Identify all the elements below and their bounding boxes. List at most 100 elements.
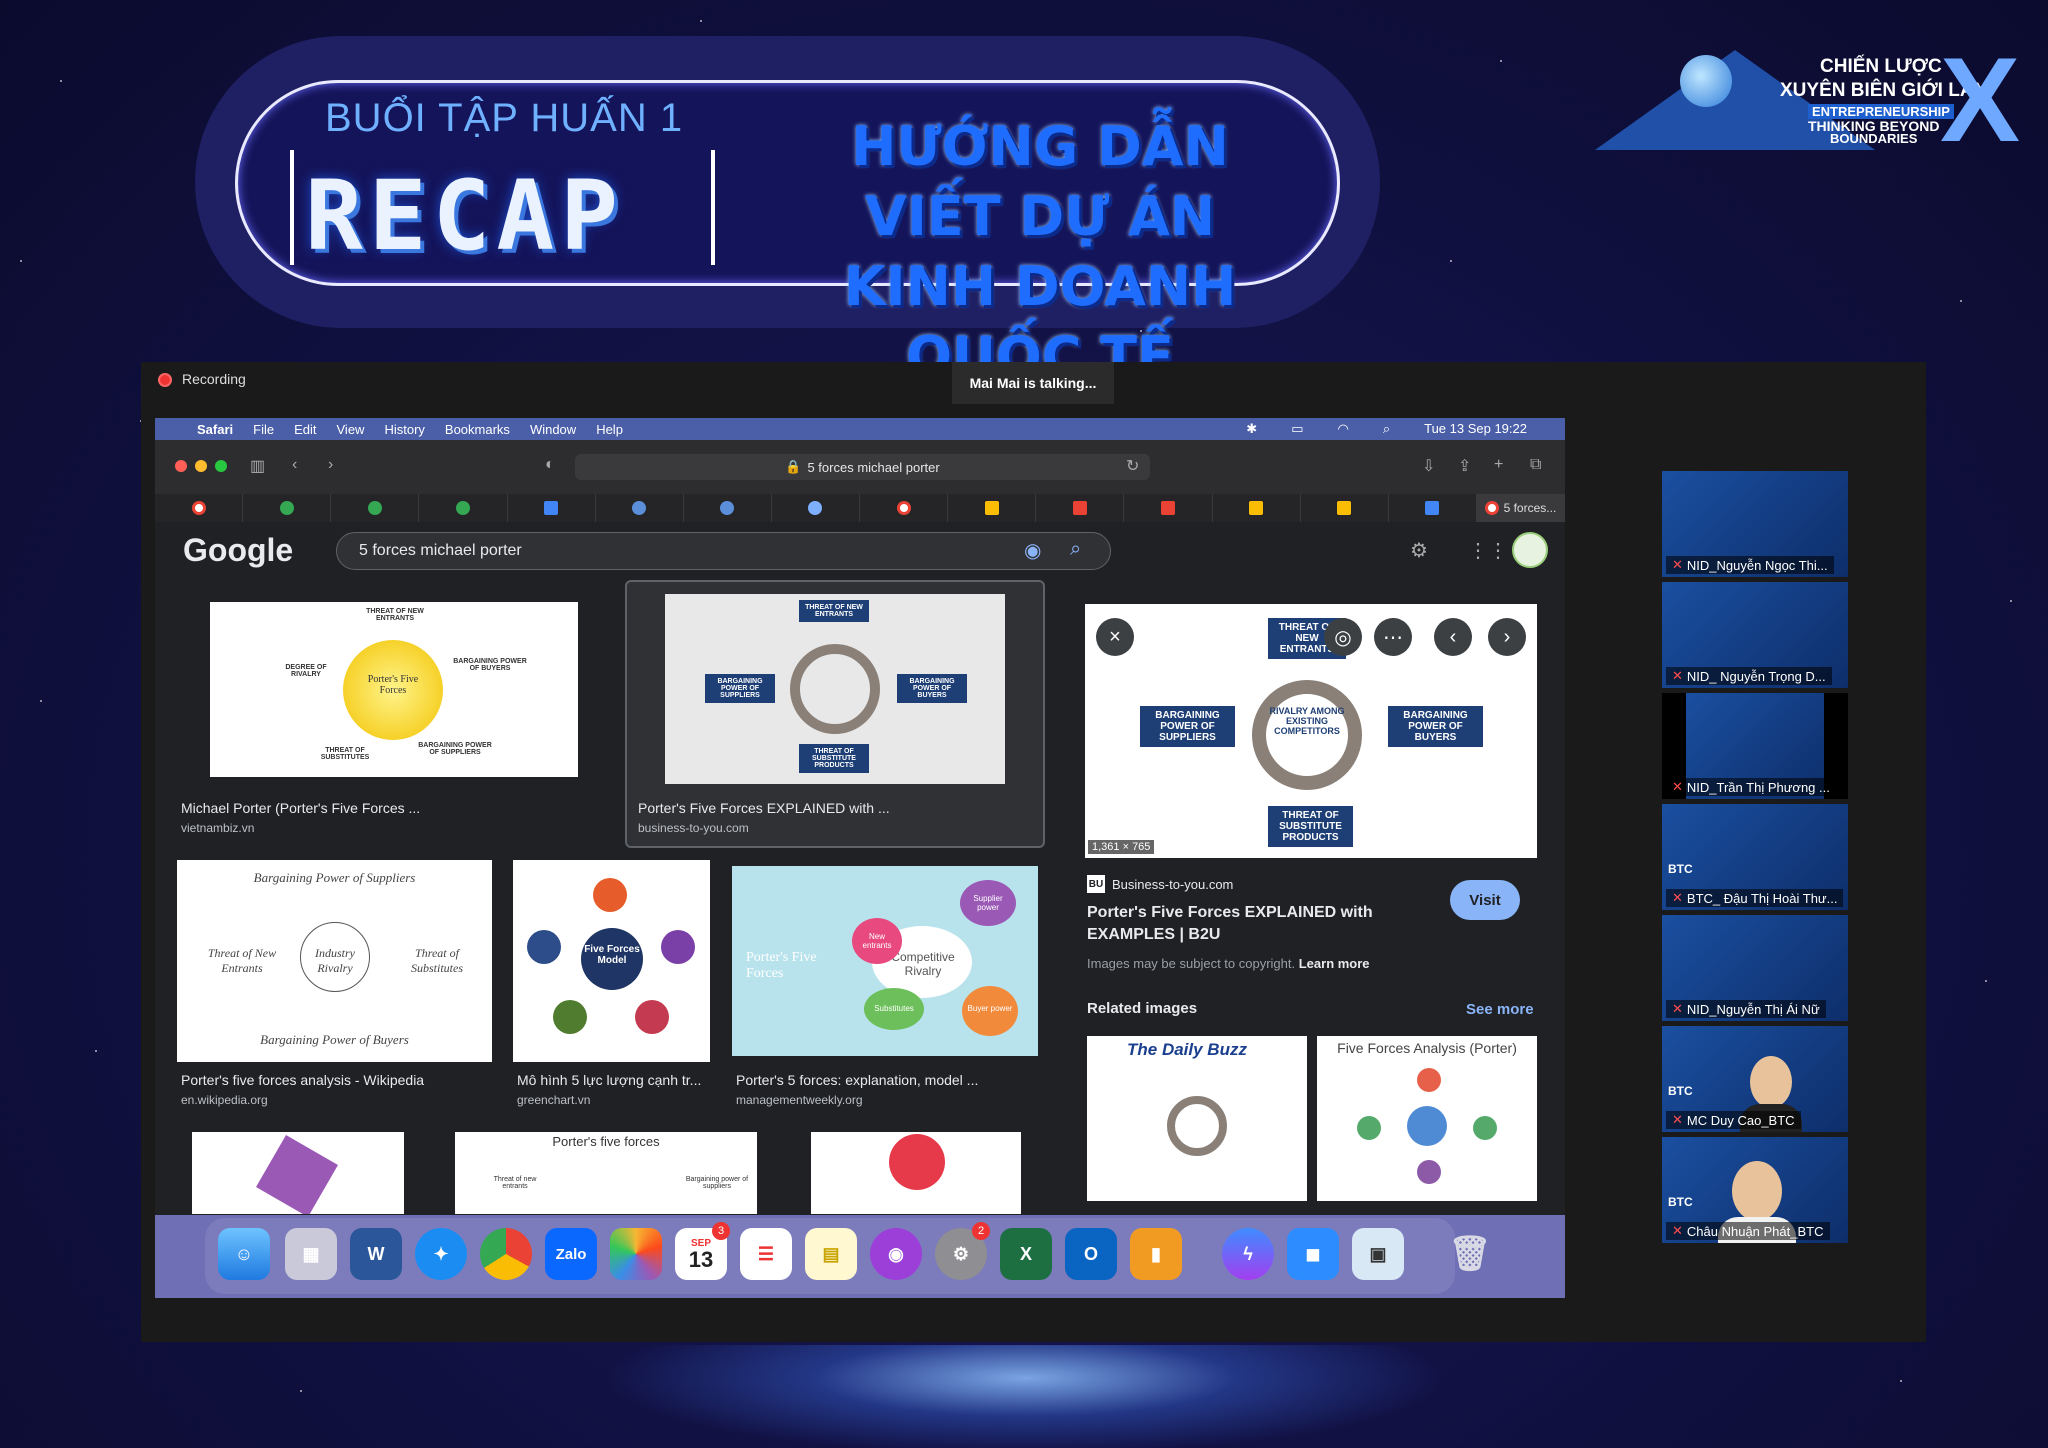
bluetooth-icon[interactable]: ✱ [1246,421,1257,437]
google-search-input[interactable]: 5 forces michael porter [336,532,1111,570]
outlook-icon[interactable]: O [1065,1228,1117,1280]
zalo-icon[interactable]: Zalo [545,1228,597,1280]
forward-icon[interactable]: › [328,456,333,474]
see-more-link[interactable]: See more [1466,1001,1534,1018]
result-image-4[interactable]: Five Forces Model [513,860,710,1062]
tab-google2[interactable] [860,494,949,522]
clock[interactable]: Tue 13 Sep 19:22 [1424,421,1527,437]
menu-edit[interactable]: Edit [294,422,316,437]
preview-rivalry: RIVALRY AMONG EXISTING COMPETITORS [1269,706,1345,736]
visit-button[interactable]: Visit [1450,880,1520,920]
gear-icon[interactable]: ⚙ [1410,538,1428,563]
wifi-icon[interactable]: ◠ [1337,421,1348,437]
result-source-1[interactable]: vietnambiz.vn [181,821,254,835]
result-source-2[interactable]: business-to-you.com [638,821,749,835]
tab-c2[interactable] [331,494,420,522]
tab-site1[interactable] [596,494,684,522]
search-icon[interactable]: ⌕ [1070,538,1081,561]
address-bar[interactable]: 🔒 5 forces michael porter [575,454,1150,480]
result-source-5[interactable]: managementweekly.org [736,1093,863,1107]
reload-icon[interactable]: ↻ [1126,456,1139,476]
recap-title: RECAP [305,160,624,272]
logo-text-5: BOUNDARIES [1830,131,1918,146]
result-image-5[interactable]: Porter's Five Forces Competitive Rivalry… [732,866,1038,1056]
zoom-window-icon[interactable] [215,460,227,472]
result-caption-2[interactable]: Porter's Five Forces EXPLAINED with ... [638,800,890,816]
related-image-2[interactable]: Five Forces Analysis (Porter) [1317,1036,1537,1201]
share-icon[interactable]: ⇪ [1458,456,1471,476]
tab-gmail2[interactable] [1124,494,1213,522]
google-logo[interactable]: Google [183,532,293,569]
tab-google[interactable] [155,494,244,522]
tab-drive1[interactable] [948,494,1037,522]
result-source-3[interactable]: en.wikipedia.org [181,1093,268,1107]
minimize-window-icon[interactable] [195,460,207,472]
tab-overview-icon[interactable]: ⧉ [1530,456,1541,474]
tab-site3[interactable] [772,494,860,522]
tab-drive3[interactable] [1301,494,1389,522]
camera-icon[interactable]: ◉ [1024,538,1041,563]
menu-bookmarks[interactable]: Bookmarks [445,422,510,437]
tab-active[interactable]: 5 forces... [1476,494,1565,522]
reminders-icon[interactable]: ☰ [740,1228,792,1280]
battery-icon[interactable]: ▭ [1291,421,1303,437]
launchpad-icon[interactable]: ▦ [285,1228,337,1280]
result-source-4[interactable]: greenchart.vn [517,1093,590,1107]
result-caption-3[interactable]: Porter's five forces analysis - Wikipedi… [181,1072,424,1088]
learn-more-link[interactable]: Learn more [1299,956,1370,971]
preview-source[interactable]: Business-to-you.com [1112,877,1233,892]
books-icon[interactable]: ▮ [1130,1228,1182,1280]
download-icon[interactable]: ⇩ [1422,456,1435,476]
photos-icon[interactable] [610,1228,662,1280]
safari-icon[interactable]: ✦ [415,1228,467,1280]
related-image-1[interactable]: The Daily Buzz [1087,1036,1307,1201]
notes-icon[interactable]: ▤ [805,1228,857,1280]
menu-history[interactable]: History [384,422,424,437]
tab-c1[interactable] [243,494,332,522]
tab-c3[interactable] [419,494,508,522]
finder-icon[interactable]: ☺ [218,1228,270,1280]
result-image-2[interactable]: THREAT OF NEW ENTRANTS BARGAINING POWER … [665,594,1005,784]
close-window-icon[interactable] [175,460,187,472]
preview-title[interactable]: Porter's Five Forces EXPLAINED with EXAM… [1087,902,1387,946]
result-caption-5[interactable]: Porter's 5 forces: explanation, model ..… [736,1072,978,1088]
podcasts-icon[interactable]: ◉ [870,1228,922,1280]
tab-docs2[interactable] [1389,494,1477,522]
zoom-icon[interactable]: ◼ [1287,1228,1339,1280]
menu-help[interactable]: Help [596,422,623,437]
result-image-7[interactable]: Porter's five forces Threat of new entra… [455,1132,757,1214]
result-image-1[interactable]: Porter's Five Forces THREAT OF NEW ENTRA… [210,602,578,777]
close-icon[interactable]: × [1096,618,1134,656]
tab-gmail1[interactable] [1036,494,1125,522]
tab-drive2[interactable] [1213,494,1301,522]
result-caption-1[interactable]: Michael Porter (Porter's Five Forces ... [181,800,420,816]
menu-safari[interactable]: Safari [197,422,233,437]
avatar[interactable] [1512,532,1548,568]
word-icon[interactable]: W [350,1228,402,1280]
result-caption-4[interactable]: Mô hình 5 lực lượng cạnh tr... [517,1072,701,1088]
menu-window[interactable]: Window [530,422,576,437]
result-image-6[interactable] [192,1132,404,1214]
trash-icon[interactable]: 🗑 [1444,1228,1496,1280]
share-icon[interactable]: ⋯ [1374,618,1412,656]
tab-docs1[interactable] [508,494,596,522]
chevron-right-icon[interactable]: › [1488,618,1526,656]
excel-icon[interactable]: X [1000,1228,1052,1280]
menu-file[interactable]: File [253,422,274,437]
lens-icon[interactable]: ◎ [1324,618,1362,656]
apps-grid-icon[interactable]: ⋮⋮ [1468,538,1508,563]
sidebar-icon[interactable]: ▥ [250,456,265,476]
menu-view[interactable]: View [337,422,365,437]
chevron-left-icon[interactable]: ‹ [1434,618,1472,656]
tab-site2[interactable] [684,494,772,522]
spotlight-icon[interactable]: ⌕ [1383,421,1390,437]
privacy-shield-icon[interactable]: ◐ [545,456,555,474]
t4-center: Five Forces Model [584,944,640,966]
result-image-8[interactable] [811,1132,1021,1214]
new-tab-icon[interactable]: + [1494,456,1503,474]
result-image-3[interactable]: Bargaining Power of Suppliers Threat of … [177,860,492,1062]
preview-app-icon[interactable]: ▣ [1352,1228,1404,1280]
back-icon[interactable]: ‹ [292,456,297,474]
chrome-icon[interactable] [480,1228,532,1280]
messenger-icon[interactable]: ϟ [1222,1228,1274,1280]
